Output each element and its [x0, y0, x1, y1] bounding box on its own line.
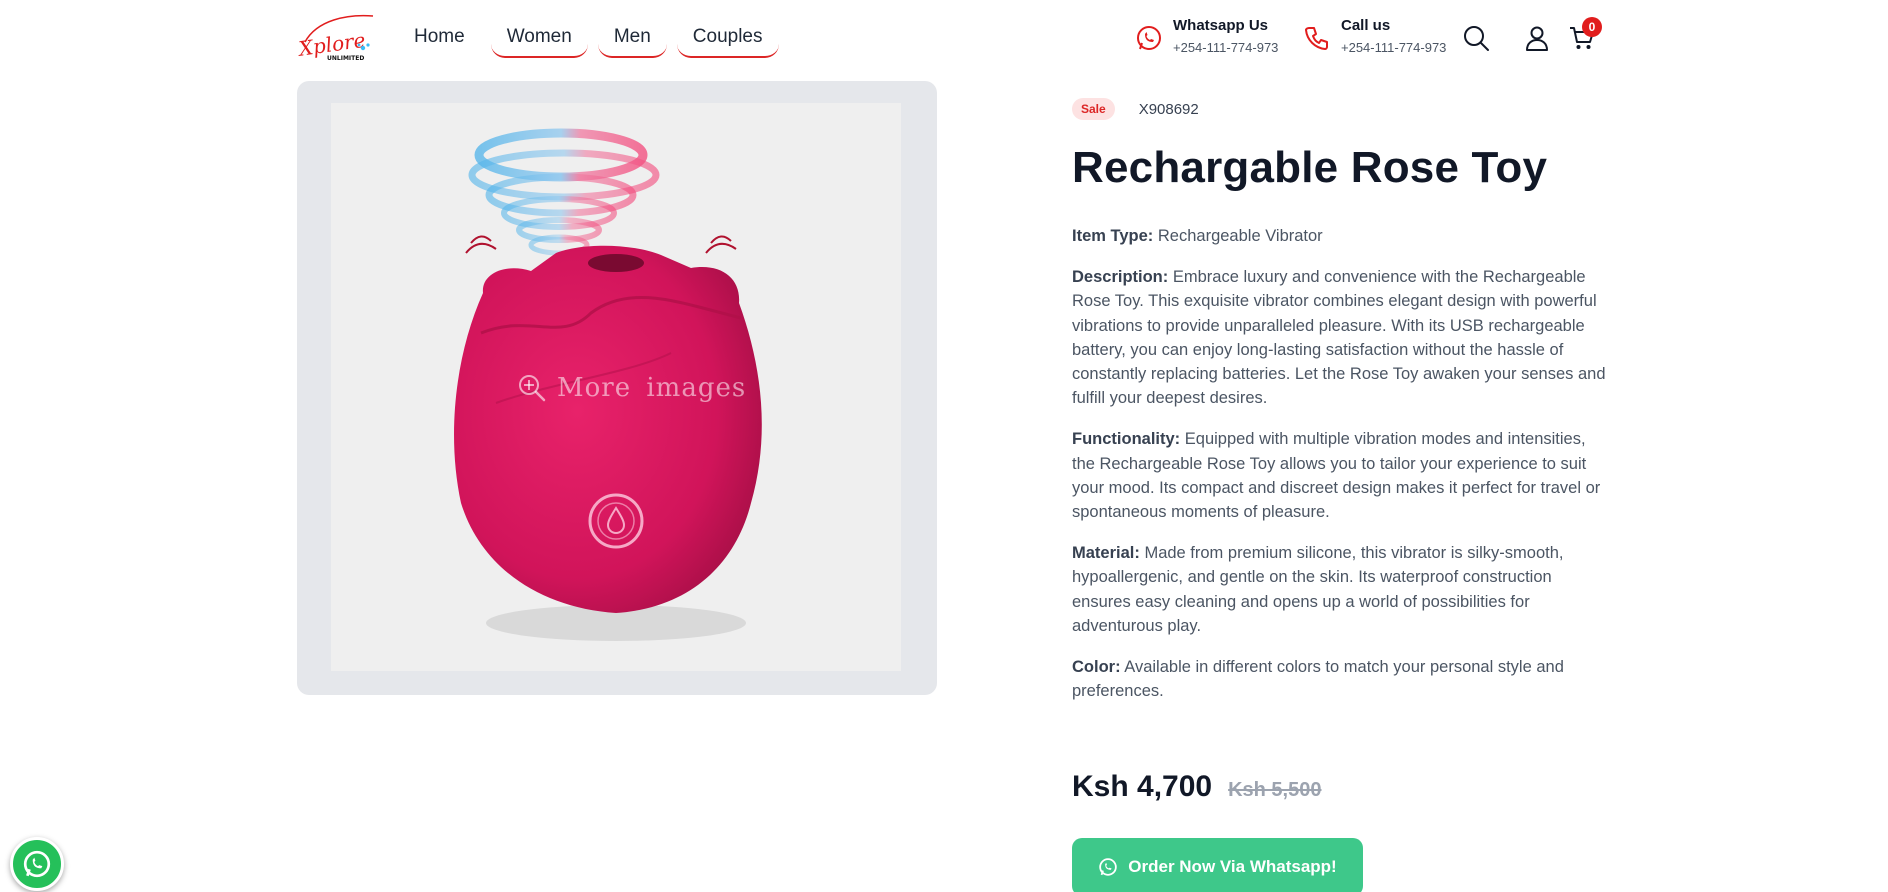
site-header: Xplore UNLIMITED Home Women Men Couples …: [0, 0, 1888, 80]
detail-material: Material: Made from premium silicone, th…: [1072, 541, 1607, 638]
product-title: Rechargable Rose Toy: [1072, 143, 1548, 192]
price-row: Ksh 4,700 Ksh 5,500: [1072, 770, 1321, 804]
whatsapp-title: Whatsapp Us: [1173, 17, 1269, 34]
detail-label: Material:: [1072, 544, 1140, 563]
order-button-label: Order Now Via Whatsapp!: [1128, 857, 1337, 876]
main-nav: Home Women Men Couples: [398, 22, 779, 58]
whatsapp-icon: [23, 850, 51, 878]
detail-color: Color: Available in different colors to …: [1072, 655, 1607, 703]
more-images-label: More images: [557, 373, 747, 403]
product-gallery: More images: [297, 81, 937, 695]
call-contact[interactable]: Call us +254-111-774-973: [1303, 16, 1446, 55]
detail-label: Description:: [1072, 268, 1169, 287]
whatsapp-contact[interactable]: Whatsapp Us +254-111-774-973: [1135, 16, 1278, 55]
detail-text: Available in different colors to match y…: [1072, 658, 1564, 701]
call-number: +254-111-774-973: [1341, 40, 1447, 55]
svg-text:UNLIMITED: UNLIMITED: [327, 55, 364, 62]
detail-description: Description: Embrace luxury and convenie…: [1072, 265, 1607, 410]
more-images-overlay[interactable]: More images: [517, 373, 746, 403]
whatsapp-icon: [1099, 858, 1118, 876]
current-price: Ksh 4,700: [1072, 770, 1213, 803]
order-whatsapp-button[interactable]: Order Now Via Whatsapp!: [1072, 838, 1363, 892]
sale-badge: Sale: [1072, 98, 1115, 120]
call-title: Call us: [1341, 17, 1391, 34]
product-sku: X908692: [1138, 100, 1199, 118]
whatsapp-icon: [1137, 26, 1161, 50]
nav-item-men[interactable]: Men: [597, 22, 667, 58]
detail-text: Embrace luxury and convenience with the …: [1072, 268, 1606, 408]
whatsapp-number: +254-111-774-973: [1173, 40, 1279, 55]
product-info: Sale X908692 Rechargable Rose Toy Item T…: [1072, 96, 1607, 720]
detail-item-type: Item Type: Rechargeable Vibrator: [1072, 224, 1607, 248]
nav-item-couples[interactable]: Couples: [676, 22, 779, 58]
original-price: Ksh 5,500: [1228, 779, 1322, 801]
nav-item-home[interactable]: Home: [398, 22, 481, 58]
detail-label: Functionality:: [1072, 430, 1181, 449]
product-meta: Sale X908692: [1072, 96, 1607, 122]
phone-icon: [1305, 27, 1328, 50]
detail-text: Made from premium silicone, this vibrato…: [1072, 544, 1564, 635]
detail-functionality: Functionality: Equipped with multiple vi…: [1072, 427, 1607, 524]
cart-count-badge: 0: [1582, 17, 1602, 37]
zoom-in-icon: [519, 375, 546, 402]
detail-text: Rechargeable Vibrator: [1153, 227, 1323, 245]
product-details: Item Type: Rechargeable Vibrator Descrip…: [1072, 224, 1607, 703]
detail-label: Item Type:: [1072, 227, 1154, 245]
detail-label: Color:: [1072, 658, 1121, 677]
whatsapp-floating-button[interactable]: [10, 837, 64, 891]
search-icon[interactable]: [1462, 24, 1490, 52]
brand-logo[interactable]: Xplore UNLIMITED: [295, 12, 377, 64]
product-image[interactable]: More images: [331, 103, 901, 671]
nav-item-women[interactable]: Women: [490, 22, 588, 58]
user-icon[interactable]: [1523, 24, 1551, 52]
